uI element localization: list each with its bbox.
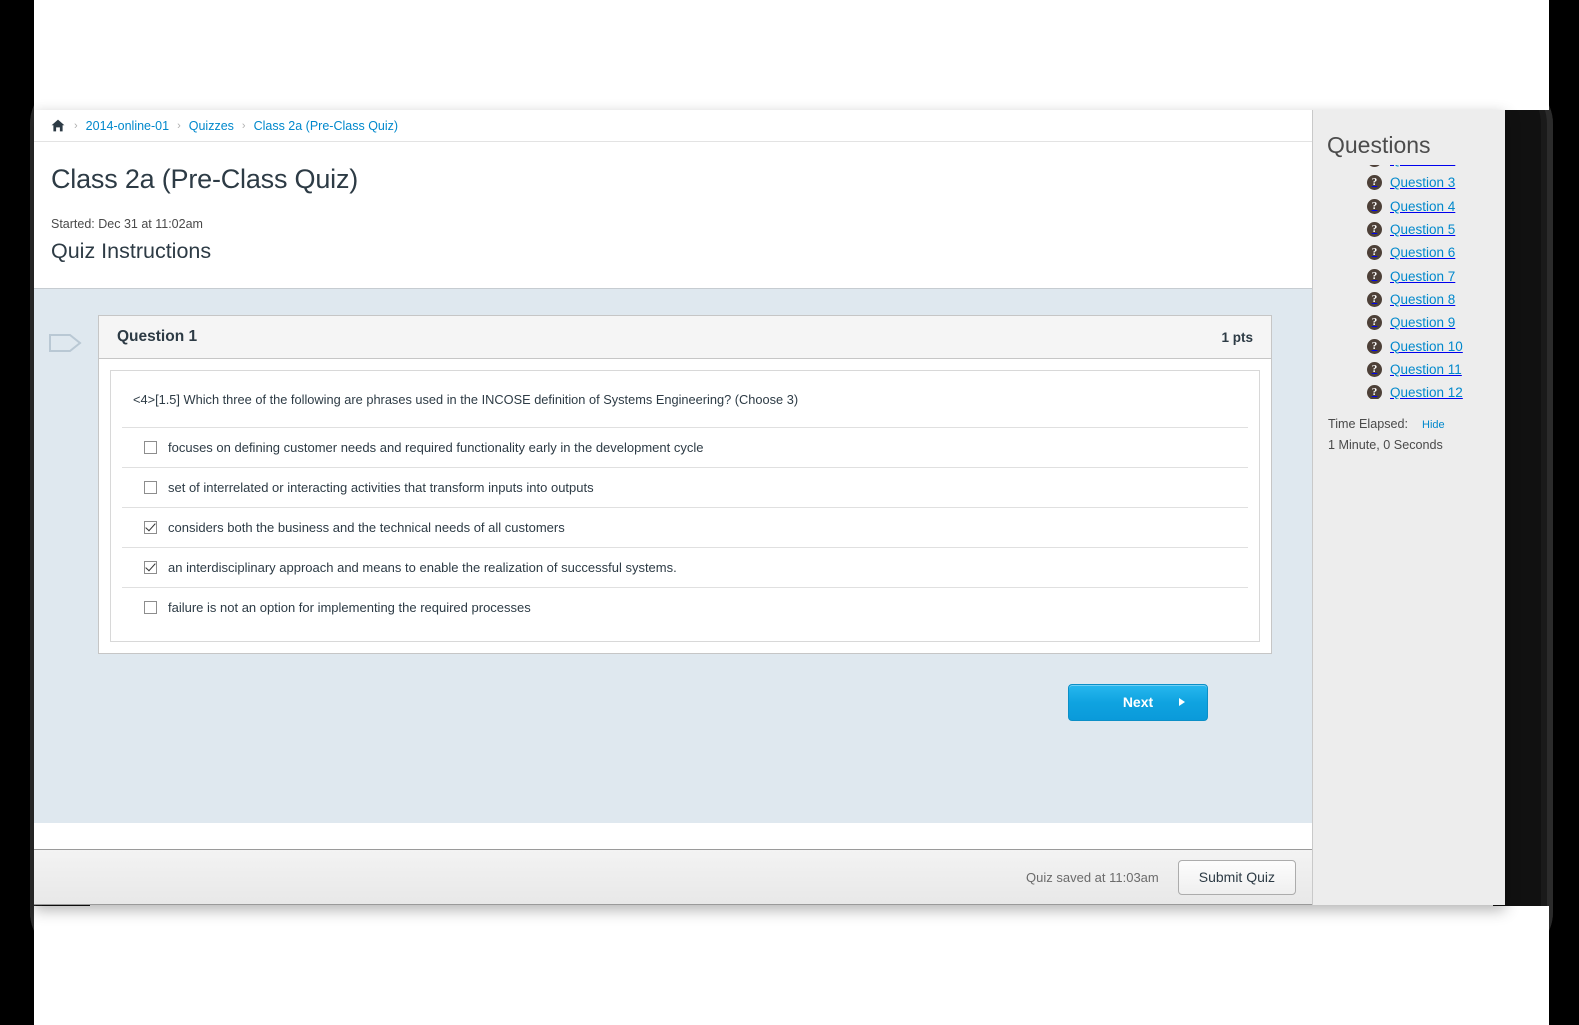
question-mark-icon: ? xyxy=(1367,165,1382,168)
time-elapsed-block: Time Elapsed: Hide 1 Minute, 0 Seconds xyxy=(1328,417,1505,452)
answer-option-1[interactable]: focuses on defining customer needs and r… xyxy=(122,426,1248,467)
question-points-label: 1 pts xyxy=(1221,329,1253,345)
question-mark-icon: ? xyxy=(1367,338,1382,354)
sidebar-item-question-8[interactable]: ? Question 8 xyxy=(1367,288,1505,311)
sidebar-item-label: Question 3 xyxy=(1390,175,1456,191)
question-mark-icon: ? xyxy=(1367,245,1382,261)
next-button[interactable]: Next xyxy=(1068,683,1208,721)
breadcrumb-item-quiz[interactable]: Class 2a (Pre-Class Quiz) xyxy=(254,119,398,133)
sidebar-title: Questions xyxy=(1327,132,1431,158)
answer-option-2[interactable]: set of interrelated or interacting activ… xyxy=(122,466,1248,507)
question-mark-icon: ? xyxy=(1367,175,1382,191)
question-body: <4>[1.5] Which three of the following ar… xyxy=(110,370,1260,642)
breadcrumb-separator-2: › xyxy=(177,119,181,132)
sidebar-item-label: Question 2 xyxy=(1390,165,1455,167)
question-mark-icon: ? xyxy=(1367,198,1382,214)
answer-label-3: considers both the business and the tech… xyxy=(168,519,565,535)
question-mark-icon: ? xyxy=(1367,385,1382,399)
sidebar-item-question-3[interactable]: ? Question 3 xyxy=(1367,171,1505,194)
question-row: Question 1 1 pts <4>[1.5] Which three of… xyxy=(34,315,1312,654)
page-background-bottom xyxy=(34,906,1549,1025)
answer-label-4: an interdisciplinary approach and means … xyxy=(168,559,677,575)
question-mark-icon: ? xyxy=(1367,291,1382,307)
sidebar-question-list[interactable]: ? Question 2 ? Question 3 ? Question 4 ?… xyxy=(1367,165,1505,399)
page-title: Class 2a (Pre-Class Quiz) xyxy=(51,164,359,194)
sidebar-item-question-7[interactable]: ? Question 7 xyxy=(1367,264,1505,287)
answer-checkbox-2[interactable] xyxy=(144,480,157,494)
sidebar-item-question-5[interactable]: ? Question 5 xyxy=(1367,218,1505,241)
next-button-row: Next xyxy=(34,654,1312,721)
answer-checkbox-3[interactable] xyxy=(144,520,157,534)
flag-question-icon[interactable] xyxy=(48,331,84,355)
answer-option-4[interactable]: an interdisciplinary approach and means … xyxy=(122,546,1248,587)
submit-quiz-button[interactable]: Submit Quiz xyxy=(1177,859,1296,895)
answer-checkbox-1[interactable] xyxy=(144,440,157,454)
question-card-header: Question 1 1 pts xyxy=(99,316,1271,359)
main-content-column: › 2014-online-01 › Quizzes › Class 2a (P… xyxy=(34,110,1313,905)
answer-option-5[interactable]: failure is not an option for implementin… xyxy=(122,586,1248,627)
sidebar-item-label: Question 4 xyxy=(1390,198,1456,214)
questions-sidebar: Questions ? Question 2 ? Question 3 ? Qu… xyxy=(1313,110,1505,905)
quiz-footer-bar: Quiz saved at 11:03am Submit Quiz xyxy=(34,849,1312,905)
time-elapsed-label: Time Elapsed: xyxy=(1328,417,1409,431)
question-number-label: Question 1 xyxy=(117,328,198,345)
sidebar-item-label: Question 12 xyxy=(1390,385,1463,399)
quiz-saved-status: Quiz saved at 11:03am xyxy=(1026,869,1159,885)
quiz-started-text: Started: Dec 31 at 11:02am xyxy=(51,217,203,231)
sidebar-item-question-11[interactable]: ? Question 11 xyxy=(1367,358,1505,381)
submit-quiz-label: Submit Quiz xyxy=(1198,869,1275,885)
sidebar-item-label: Question 11 xyxy=(1390,361,1462,377)
page-background-top xyxy=(34,0,1549,110)
sidebar-item-question-9[interactable]: ? Question 9 xyxy=(1367,311,1505,334)
breadcrumb-item-quizzes[interactable]: Quizzes xyxy=(189,119,234,133)
chevron-right-icon xyxy=(1179,698,1185,707)
quiz-body: Question 1 1 pts <4>[1.5] Which three of… xyxy=(34,288,1312,823)
content-spacer xyxy=(34,823,1312,849)
answer-label-1: focuses on defining customer needs and r… xyxy=(168,439,704,455)
breadcrumb-separator-3: › xyxy=(241,119,246,132)
sidebar-item-question-4[interactable]: ? Question 4 xyxy=(1367,195,1505,218)
home-icon[interactable] xyxy=(51,119,65,132)
breadcrumb-item-course[interactable]: 2014-online-01 xyxy=(86,119,169,133)
sidebar-item-label: Question 8 xyxy=(1390,291,1456,307)
question-mark-icon: ? xyxy=(1367,222,1382,238)
sidebar-item-label: Question 6 xyxy=(1390,245,1456,261)
sidebar-item-label: Question 7 xyxy=(1390,268,1456,284)
time-elapsed-value: 1 Minute, 0 Seconds xyxy=(1328,438,1443,452)
sidebar-item-label: Question 9 xyxy=(1390,315,1456,331)
sidebar-item-question-6[interactable]: ? Question 6 xyxy=(1367,241,1505,264)
question-mark-icon: ? xyxy=(1367,315,1382,331)
question-mark-icon: ? xyxy=(1367,268,1382,284)
hide-timer-button[interactable]: Hide xyxy=(1422,419,1445,431)
sidebar-item-label: Question 5 xyxy=(1390,222,1456,238)
quiz-instructions-heading: Quiz Instructions xyxy=(51,239,212,263)
device-bezel-left xyxy=(0,0,34,1025)
quiz-taking-page: › 2014-online-01 › Quizzes › Class 2a (P… xyxy=(34,110,1505,905)
answer-label-5: failure is not an option for implementin… xyxy=(168,599,531,615)
time-elapsed-row: Time Elapsed: Hide xyxy=(1328,417,1505,431)
quiz-header: Class 2a (Pre-Class Quiz) Started: Dec 3… xyxy=(34,142,1312,288)
question-card: Question 1 1 pts <4>[1.5] Which three of… xyxy=(98,315,1272,654)
answer-checkbox-5[interactable] xyxy=(144,600,157,614)
question-mark-icon: ? xyxy=(1367,361,1382,377)
answer-checkbox-4[interactable] xyxy=(144,560,157,574)
answer-label-2: set of interrelated or interacting activ… xyxy=(168,479,594,495)
sidebar-item-label: Question 10 xyxy=(1390,338,1463,354)
answer-option-3[interactable]: considers both the business and the tech… xyxy=(122,506,1248,547)
sidebar-item-question-12[interactable]: ? Question 12 xyxy=(1367,381,1505,399)
breadcrumb: › 2014-online-01 › Quizzes › Class 2a (P… xyxy=(34,110,1312,142)
question-text: <4>[1.5] Which three of the following ar… xyxy=(133,392,799,407)
sidebar-item-question-10[interactable]: ? Question 10 xyxy=(1367,334,1505,357)
next-button-label: Next xyxy=(1122,694,1154,711)
breadcrumb-separator-1: › xyxy=(74,119,78,132)
